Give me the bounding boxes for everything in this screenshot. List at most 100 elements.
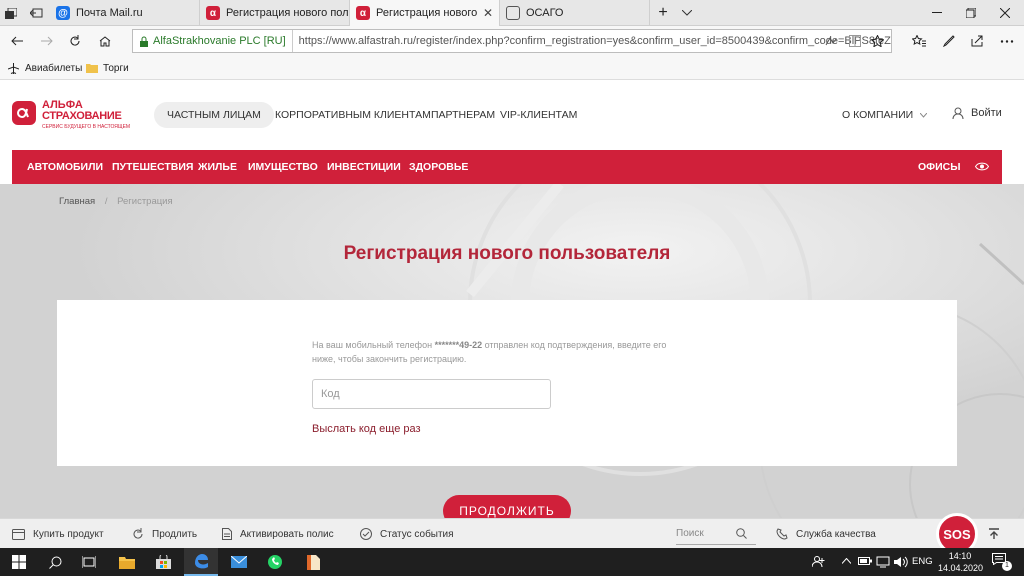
document-icon [222, 528, 232, 540]
favorite-aviatickets[interactable]: Авиабилеты [8, 61, 82, 75]
favorites-hub-icon[interactable] [908, 31, 930, 51]
nav-vip[interactable]: VIP-КЛИЕНТАМ [500, 109, 577, 121]
nav-offices[interactable]: ОФИСЫ [918, 161, 961, 173]
minimize-icon[interactable] [920, 0, 954, 26]
language-indicator[interactable]: ENG [912, 556, 933, 567]
nav-partners[interactable]: ПАРТНЕРАМ [431, 109, 495, 121]
restore-icon[interactable] [954, 0, 988, 26]
nav-investments[interactable]: ИНВЕСТИЦИИ [327, 161, 401, 173]
search-icon[interactable] [736, 528, 747, 539]
breadcrumb-current: Регистрация [117, 196, 173, 207]
nav-property[interactable]: ИМУЩЕСТВО [248, 161, 318, 173]
login-link[interactable]: Войти [952, 107, 1002, 119]
code-input[interactable] [312, 379, 551, 409]
battery-icon[interactable] [858, 556, 872, 566]
nav-housing[interactable]: ЖИЛЬЕ [198, 161, 237, 173]
store-icon[interactable] [146, 548, 180, 576]
continue-button[interactable]: ПРОДОЛЖИТЬ [443, 495, 571, 518]
folder-icon [86, 64, 98, 73]
breadcrumb: Главная / Регистрация [59, 196, 173, 207]
breadcrumb-home[interactable]: Главная [59, 196, 95, 207]
activate-policy-button[interactable]: Активировать полис [222, 519, 334, 549]
resend-code-link[interactable]: Выслать код еще раз [312, 423, 421, 435]
url-text[interactable]: https://www.alfastrah.ru/register/index.… [293, 35, 891, 47]
set-aside-tabs-icon[interactable] [24, 0, 48, 26]
search-taskbar-icon[interactable] [38, 548, 72, 576]
share-icon[interactable] [966, 31, 988, 51]
new-tab-button[interactable]: + [652, 0, 674, 26]
alfa-favicon-icon: α [206, 6, 220, 20]
favorite-torgi[interactable]: Торги [86, 61, 129, 75]
product-nav-bar: АВТОМОБИЛИ ПУТЕШЕСТВИЯ ЖИЛЬЕ ИМУЩЕСТВО И… [12, 150, 1002, 184]
edge-icon[interactable] [184, 548, 218, 576]
renew-icon [133, 528, 143, 539]
page-favicon-icon [506, 6, 520, 20]
site-search-field[interactable]: Поиск [676, 523, 756, 545]
site-header: АЛЬФА СТРАХОВАНИЕ СЕРВИС БУДУЩЕГО В НАСТ… [0, 80, 1024, 150]
nav-auto[interactable]: АВТОМОБИЛИ [27, 161, 103, 173]
scroll-top-icon[interactable] [988, 528, 1000, 540]
tab-registration-2[interactable]: α Регистрация нового пс ✕ [350, 0, 500, 26]
eye-icon[interactable] [975, 161, 989, 172]
mail-favicon-icon: @ [56, 6, 70, 20]
airplane-icon [8, 62, 19, 74]
windows-taskbar: ENG 14:10 14.04.2020 1 [0, 548, 1024, 576]
chevron-down-icon [920, 112, 928, 118]
registration-section: Главная / Регистрация Регистрация нового… [0, 184, 1024, 518]
alfa-favicon-icon: α [356, 6, 370, 20]
people-icon[interactable] [812, 555, 825, 568]
network-icon[interactable] [876, 556, 890, 568]
renew-button[interactable]: Продлить [132, 519, 197, 549]
lock-icon [140, 36, 148, 47]
close-window-icon[interactable] [988, 0, 1022, 26]
check-circle-icon [360, 528, 372, 540]
forward-icon[interactable] [36, 31, 58, 51]
tab-strip: @ Почта Mail.ru α Регистрация нового пол… [0, 0, 1024, 26]
tab-manager-icon[interactable] [0, 0, 22, 26]
more-icon[interactable] [996, 31, 1018, 51]
address-bar[interactable]: AlfaStrakhovanie PLC [RU] https://www.al… [132, 29, 892, 53]
nav-corporate[interactable]: КОРПОРАТИВНЫМ КЛИЕНТАМ [275, 109, 431, 121]
browser-toolbar: AlfaStrakhovanie PLC [RU] https://www.al… [0, 26, 1024, 56]
tab-preview-chevron-icon[interactable] [676, 0, 698, 26]
notification-badge: 1 [1002, 561, 1012, 571]
document-app-icon[interactable] [296, 548, 330, 576]
back-icon[interactable] [6, 31, 28, 51]
tab-mail[interactable]: @ Почта Mail.ru [50, 0, 200, 26]
alfa-logo[interactable]: АЛЬФА СТРАХОВАНИЕ СЕРВИС БУДУЩЕГО В НАСТ… [12, 100, 132, 136]
about-company-dropdown[interactable]: О КОМПАНИИ [842, 109, 928, 121]
cart-icon [12, 528, 25, 540]
mail-taskbar-icon[interactable] [222, 548, 256, 576]
certificate-badge[interactable]: AlfaStrakhovanie PLC [RU] [133, 30, 293, 52]
tab-registration-1[interactable]: α Регистрация нового польз [200, 0, 350, 26]
nav-travel[interactable]: ПУТЕШЕСТВИЯ [112, 161, 193, 173]
whatsapp-icon[interactable] [258, 548, 292, 576]
favorites-bar: Авиабилеты Торги [0, 56, 1024, 80]
site-bottom-bar: Купить продукт Продлить Активировать пол… [0, 513, 1024, 555]
favorite-star-icon[interactable] [866, 31, 888, 51]
windows-start-icon[interactable] [2, 548, 36, 576]
page-title: Регистрация нового пользователя [343, 243, 671, 264]
confirmation-message: На ваш мобильный телефон *******49-22 от… [312, 340, 667, 364]
refresh-icon[interactable] [64, 31, 86, 51]
event-status-button[interactable]: Статус события [360, 519, 454, 549]
clock[interactable]: 14:10 14.04.2020 [938, 550, 983, 574]
confirmation-card: На ваш мобильный телефон *******49-22 от… [57, 300, 957, 466]
buy-product-button[interactable]: Купить продукт [12, 519, 104, 549]
close-tab-icon[interactable]: ✕ [481, 6, 495, 20]
reading-view-icon[interactable] [844, 31, 866, 51]
tab-osago[interactable]: ОСАГО [500, 0, 650, 26]
task-view-icon[interactable] [72, 548, 106, 576]
show-hidden-icons-icon[interactable] [842, 558, 851, 564]
pen-notes-icon[interactable] [938, 31, 960, 51]
volume-icon[interactable] [894, 556, 908, 568]
nav-health[interactable]: ЗДОРОВЬЕ [409, 161, 468, 173]
nav-private-clients[interactable]: ЧАСТНЫМ ЛИЦАМ [154, 102, 274, 128]
user-icon [952, 107, 964, 119]
tracking-prevention-icon[interactable] [820, 31, 842, 51]
home-icon[interactable] [94, 31, 116, 51]
action-center-icon[interactable]: 1 [992, 553, 1012, 571]
file-explorer-icon[interactable] [110, 548, 144, 576]
alfa-logo-mark-icon [12, 101, 36, 125]
quality-service-button[interactable]: Служба качества [776, 519, 876, 549]
